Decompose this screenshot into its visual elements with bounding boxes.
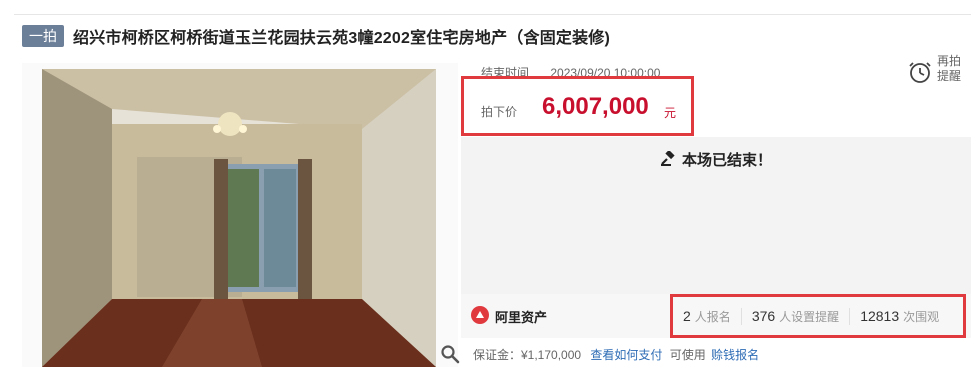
stat-label: 人报名: [694, 309, 731, 324]
price-label: 拍下价: [481, 105, 518, 119]
stat-label: 人设置提醒: [779, 309, 840, 324]
final-price-box: 拍下价 6,007,000 元: [461, 76, 694, 136]
title-row: 一拍 绍兴市柯桥区柯桥街道玉兰花园扶云苑3幢2202室住宅房地产（含固定装修): [22, 24, 610, 48]
how-to-pay-link[interactable]: 查看如何支付: [590, 348, 662, 362]
stat-reminders: 376 人设置提醒: [740, 307, 849, 325]
remind-label-line2: 提醒: [937, 69, 962, 83]
stat-number: 12813: [860, 307, 900, 324]
brand-name: 阿里资产: [495, 310, 548, 325]
auction-round-badge: 一拍: [22, 25, 64, 47]
property-photo[interactable]: [42, 69, 436, 367]
deposit-label: 保证金：¥1,170,000: [473, 348, 582, 362]
price-value: 6,007,000: [542, 93, 649, 120]
remind-label-line1: 再拍: [937, 54, 962, 68]
gavel-icon: [660, 149, 675, 166]
stat-signups: 2 人报名: [673, 308, 741, 325]
stat-number: 2: [683, 307, 691, 324]
auction-stats: 2 人报名 376 人设置提醒 12813 次围观: [670, 294, 966, 338]
auction-status-panel: 本场已结束！: [461, 137, 971, 294]
price-unit: 元: [664, 106, 677, 120]
stat-number: 376: [751, 307, 776, 324]
usable-text: 可使用: [669, 348, 706, 362]
stat-views: 12813 次围观: [849, 307, 949, 325]
stat-label: 次围观: [903, 309, 940, 324]
auction-ended-message: 本场已结束！: [461, 149, 971, 170]
deposit-row: 保证金：¥1,170,000 查看如何支付 可使用 赊钱报名: [473, 346, 759, 363]
auction-ended-text: 本场已结束！: [681, 152, 772, 169]
credit-signup-link[interactable]: 赊钱报名: [711, 348, 759, 362]
alarm-clock-icon: [909, 62, 931, 83]
remind-label[interactable]: 再拍 提醒: [937, 54, 961, 84]
ali-assets-logo-icon: [471, 306, 489, 324]
magnifier-icon[interactable]: [440, 344, 460, 364]
page-title: 绍兴市柯桥区柯桥街道玉兰花园扶云苑3幢2202室住宅房地产（含固定装修): [73, 30, 611, 47]
top-divider: [14, 14, 971, 15]
